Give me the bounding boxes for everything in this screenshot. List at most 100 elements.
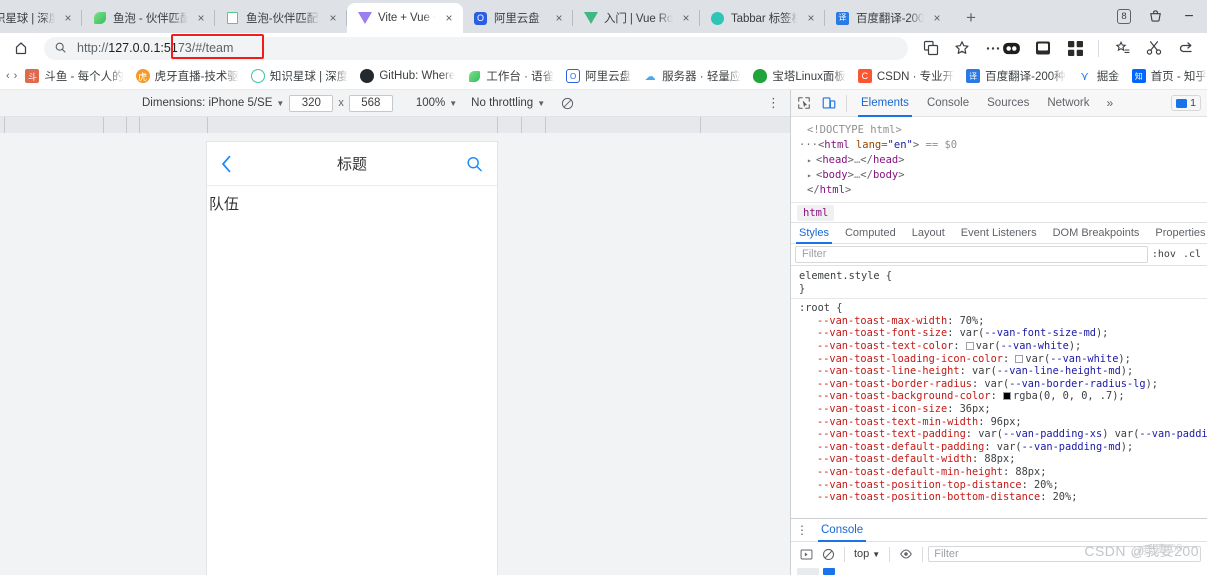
browser-tab-4[interactable]: O 阿里云盘 × xyxy=(463,3,573,33)
network-throttling-select[interactable]: No throttling ▼ xyxy=(471,97,545,109)
tab-computed[interactable]: Computed xyxy=(837,222,904,244)
tab-count-badge[interactable]: 8 xyxy=(1117,9,1131,24)
bookmark-item-2[interactable]: 知识星球 | 深度 xyxy=(245,66,354,86)
tab-layout[interactable]: Layout xyxy=(904,222,953,244)
extension-panel-icon[interactable] xyxy=(1034,39,1052,57)
issues-badge[interactable]: 1 xyxy=(1171,95,1201,111)
breadcrumb-item-html[interactable]: html xyxy=(797,204,835,221)
css-prop-row[interactable]: --van-toast-text-min-width: 96px; xyxy=(799,416,1207,429)
tab-network[interactable]: Network xyxy=(1038,90,1098,117)
bookmark-star-icon[interactable] xyxy=(953,39,971,57)
css-prop-row[interactable]: --van-toast-text-color: var(--van-white)… xyxy=(799,340,1207,353)
bookmark-item-7[interactable]: 宝塔Linux面板 xyxy=(747,66,852,86)
cls-button[interactable]: .cl xyxy=(1183,249,1201,260)
css-prop-row[interactable]: --van-toast-position-bottom-distance: 20… xyxy=(799,491,1207,504)
bookmarks-scroll-right-icon[interactable]: › xyxy=(12,70,20,82)
tab-properties[interactable]: Properties xyxy=(1147,222,1207,244)
bookmark-item-6[interactable]: ☁ 服务器 · 轻量应 xyxy=(637,66,747,86)
chevron-left-icon[interactable] xyxy=(221,155,232,173)
css-prop-row[interactable]: --van-toast-font-size: var(--van-font-si… xyxy=(799,327,1207,340)
css-prop-row[interactable]: --van-toast-default-width: 88px; xyxy=(799,453,1207,466)
device-zoom-select[interactable]: 100% ▼ xyxy=(416,97,457,109)
css-prop-row[interactable]: --van-toast-icon-size: 36px; xyxy=(799,403,1207,416)
home-icon[interactable] xyxy=(8,35,34,61)
hov-button[interactable]: :hov xyxy=(1152,249,1176,260)
color-swatch[interactable] xyxy=(1003,392,1011,401)
bookmark-item-5[interactable]: O 阿里云盘 xyxy=(560,66,637,86)
tab-close-icon[interactable]: × xyxy=(325,10,341,26)
console-filter-input[interactable]: Filter xyxy=(928,546,1201,562)
more-options-icon[interactable]: ⋮ xyxy=(767,95,780,111)
search-icon[interactable] xyxy=(466,155,483,172)
color-swatch[interactable] xyxy=(965,341,974,350)
bookmark-item-11[interactable]: 知 首页 - 知乎 xyxy=(1126,66,1207,86)
device-dimensions-select[interactable]: Dimensions: iPhone 5/SE ▼ xyxy=(142,97,284,109)
css-prop-row[interactable]: --van-toast-default-padding: var(--van-p… xyxy=(799,441,1207,454)
css-prop-row[interactable]: --van-toast-loading-icon-color: var(--va… xyxy=(799,353,1207,366)
address-bar[interactable]: http://127.0.0.1:5173/#/team xyxy=(44,36,908,60)
bookmark-item-10[interactable]: ⋎ 掘金 xyxy=(1072,66,1126,86)
browser-tab-2[interactable]: 鱼泡-伙伴匹配系 × xyxy=(215,3,347,33)
bookmark-item-4[interactable]: 工作台 · 语雀 xyxy=(461,66,560,86)
bookmark-item-9[interactable]: 译 百度翻译-200种 xyxy=(960,66,1072,86)
browser-tab-1[interactable]: 鱼泡 - 伙伴匹配 × xyxy=(82,3,215,33)
more-panels-icon[interactable]: » xyxy=(1099,96,1122,110)
bookmark-item-1[interactable]: 虎 虎牙直播-技术驱 xyxy=(130,66,245,86)
rule-element-style[interactable]: element.style { } xyxy=(791,270,1207,295)
styles-filter-input[interactable]: Filter xyxy=(795,246,1148,263)
reading-list-icon[interactable] xyxy=(1113,39,1131,57)
tab-sources[interactable]: Sources xyxy=(978,90,1038,117)
browser-tab-3-active[interactable]: Vite + Vue + T × xyxy=(347,3,463,33)
tab-event-listeners[interactable]: Event Listeners xyxy=(953,222,1045,244)
css-prop-row[interactable]: --van-toast-position-top-distance: 20%; xyxy=(799,479,1207,492)
tab-dom-breakpoints[interactable]: DOM Breakpoints xyxy=(1045,222,1148,244)
extension-dark-icon[interactable] xyxy=(1002,39,1020,57)
level-stub-active[interactable] xyxy=(823,568,835,575)
tab-close-icon[interactable]: × xyxy=(551,10,567,26)
tab-elements[interactable]: Elements xyxy=(852,90,918,117)
tab-styles[interactable]: Styles xyxy=(791,222,837,244)
dom-line-doctype[interactable]: <!DOCTYPE html> xyxy=(791,123,1207,138)
tab-close-icon[interactable]: × xyxy=(193,10,209,26)
tab-close-icon[interactable]: × xyxy=(803,10,819,26)
css-prop-row[interactable]: --van-toast-default-min-height: 88px; xyxy=(799,466,1207,479)
minimize-button[interactable]: − xyxy=(1179,7,1199,27)
css-prop-row[interactable]: --van-toast-max-width: 70%; xyxy=(799,315,1207,328)
tab-close-icon[interactable]: × xyxy=(60,10,76,26)
execution-context-icon[interactable] xyxy=(795,543,817,565)
rule-root[interactable]: :root { --van-toast-max-width: 70%; --va… xyxy=(791,302,1207,504)
device-width-input[interactable]: 320 xyxy=(289,94,334,112)
tab-close-icon[interactable]: × xyxy=(929,10,945,26)
rotate-icon[interactable] xyxy=(561,97,574,110)
browser-tab-0[interactable]: 识星球 | 深度 × xyxy=(0,3,82,33)
css-prop-row[interactable]: --van-toast-line-height: var(--van-line-… xyxy=(799,365,1207,378)
browser-tab-7[interactable]: 译 百度翻译-200种 × xyxy=(825,3,951,33)
css-prop-row[interactable]: --van-toast-border-radius: var(--van-bor… xyxy=(799,378,1207,391)
more-tools-icon[interactable]: ⋮ xyxy=(791,523,813,537)
live-expression-icon[interactable] xyxy=(895,543,917,565)
translate-icon[interactable] xyxy=(922,39,940,57)
tab-close-icon[interactable]: × xyxy=(678,10,694,26)
tab-close-icon[interactable]: × xyxy=(441,10,457,26)
dom-tree[interactable]: <!DOCTYPE html> ···<html lang="en"> == $… xyxy=(791,117,1207,202)
toggle-device-toolbar-icon[interactable] xyxy=(816,90,841,117)
dom-line-head[interactable]: ▸ <head>…</head> xyxy=(791,153,1207,168)
styles-pane[interactable]: element.style { } :root { --van-toast-ma… xyxy=(791,266,1207,518)
inspect-element-icon[interactable] xyxy=(791,90,816,117)
bookmark-item-3[interactable]: GitHub: Where xyxy=(354,67,461,85)
clear-console-icon[interactable] xyxy=(817,543,839,565)
browser-tab-6[interactable]: Tabbar 标签栏 × xyxy=(700,3,825,33)
bookmark-item-0[interactable]: 斗 斗鱼 - 每个人的 xyxy=(19,66,129,86)
tab-organize-icon[interactable] xyxy=(1145,7,1165,27)
level-stub[interactable] xyxy=(797,568,819,575)
dom-line-html[interactable]: ···<html lang="en"> == $0 xyxy=(791,138,1207,153)
overflow-menu-icon[interactable] xyxy=(984,39,1002,57)
dom-line-html-close[interactable]: </html> xyxy=(791,183,1207,198)
browser-tab-5[interactable]: 入门 | Vue Rou × xyxy=(573,3,700,33)
new-tab-button[interactable]: + xyxy=(957,4,985,32)
execution-context-select[interactable]: top ▼ xyxy=(850,548,884,560)
tab-console[interactable]: Console xyxy=(918,90,978,117)
color-swatch[interactable] xyxy=(1015,354,1024,363)
css-prop-row[interactable]: --van-toast-background-color: rgba(0, 0,… xyxy=(799,390,1207,403)
device-height-input[interactable]: 568 xyxy=(348,94,393,112)
